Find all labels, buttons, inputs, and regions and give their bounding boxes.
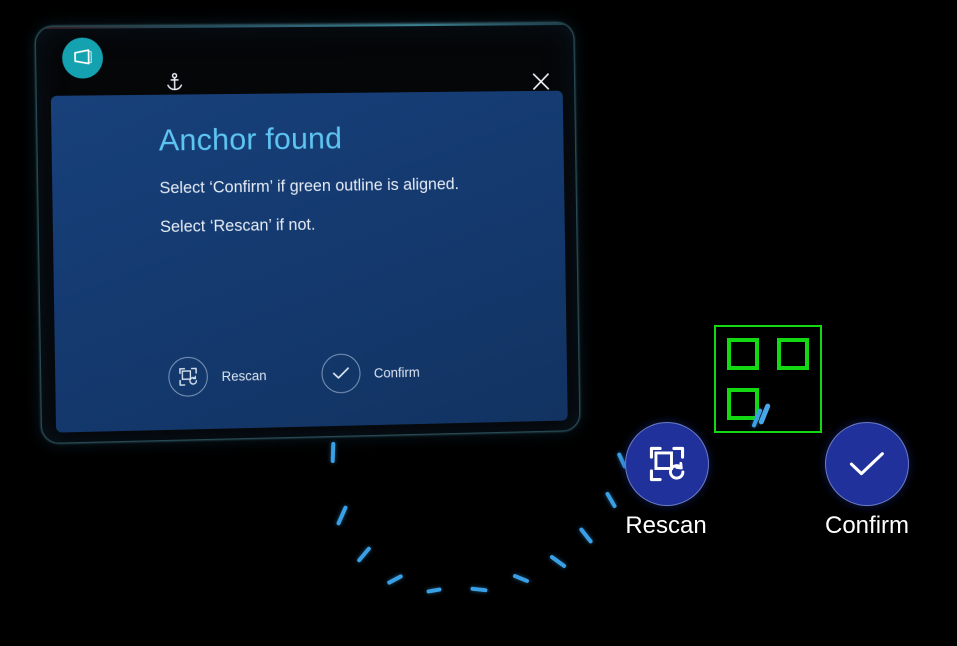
trail-segment (578, 526, 594, 545)
window-frame: Anchor found Select ‘Confirm’ if green o… (34, 22, 581, 444)
trail-segment (512, 573, 530, 584)
check-icon (849, 451, 884, 475)
window-titlebar (36, 23, 574, 93)
dialog-confirm-button[interactable]: Confirm (321, 352, 420, 394)
scan-refresh-icon (168, 356, 209, 398)
anchor-icon (163, 71, 187, 95)
marker-corner-top-right (777, 338, 809, 370)
dialog-rescan-label: Rescan (221, 367, 267, 384)
check-icon (321, 353, 361, 394)
scene-background: Anchor found Select ‘Confirm’ if green o… (0, 0, 957, 646)
spatial-confirm-label: Confirm (825, 512, 910, 539)
trail-segment (335, 505, 349, 526)
trail-segment (356, 545, 372, 564)
dialog-action-row: Rescan Confirm (168, 352, 420, 398)
dialog-instruction-primary: Select ‘Confirm’ if green outline is ali… (159, 175, 460, 198)
spatial-confirm-button[interactable] (825, 422, 909, 506)
scan-refresh-icon (649, 446, 685, 482)
dialog-title: Anchor found (158, 120, 343, 158)
trail-segment (549, 554, 567, 569)
trail-segment (426, 587, 442, 594)
anchor-found-dialog: Anchor found Select ‘Confirm’ if green o… (50, 90, 568, 433)
dialog-instruction-secondary: Select ‘Rescan’ if not. (159, 215, 316, 237)
trail-segment (470, 586, 488, 593)
spatial-rescan-label: Rescan (625, 512, 707, 539)
marker-corner-bottom-left (727, 388, 759, 420)
trail-segment (604, 491, 618, 509)
close-button[interactable] (526, 66, 555, 96)
dialog-rescan-button[interactable]: Rescan (168, 355, 267, 398)
dialog-confirm-label: Confirm (373, 364, 420, 381)
green-alignment-outline (714, 325, 822, 433)
spatial-rescan-button[interactable] (625, 422, 709, 506)
mixed-reality-window: Anchor found Select ‘Confirm’ if green o… (34, 22, 581, 444)
marker-corner-top-left (727, 338, 759, 370)
trail-segment (330, 441, 336, 464)
trail-segment (386, 573, 404, 586)
mixed-reality-window-icon[interactable] (61, 37, 104, 79)
